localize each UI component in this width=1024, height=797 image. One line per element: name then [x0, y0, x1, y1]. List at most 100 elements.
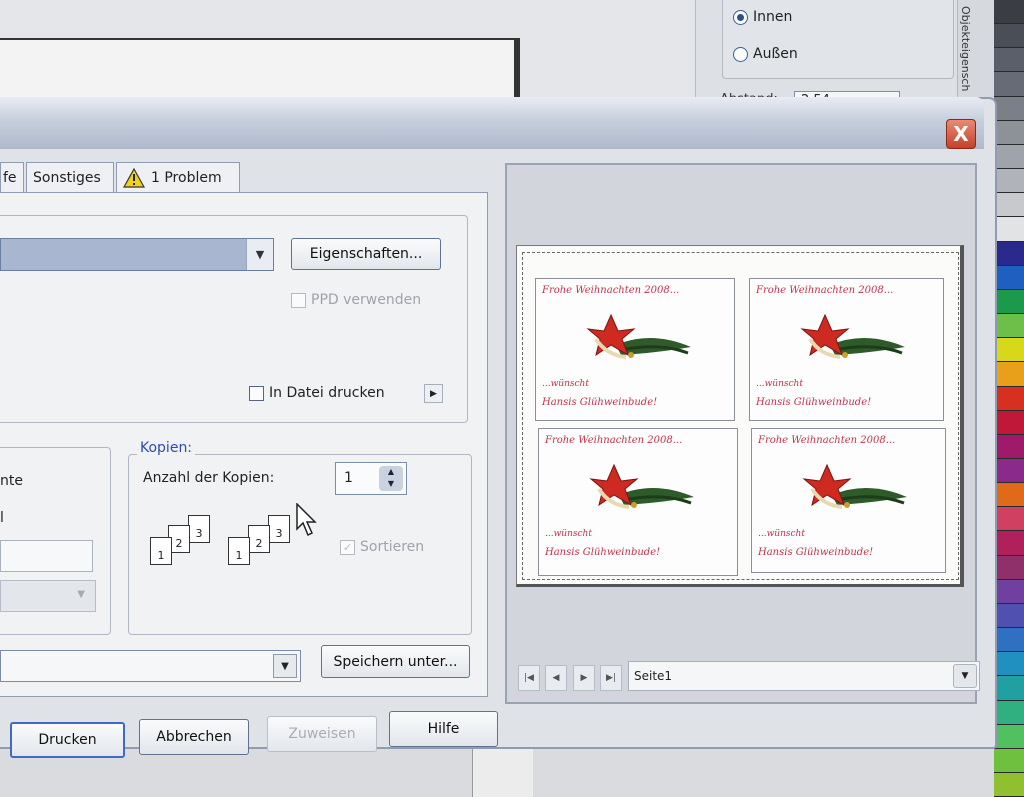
background-bottom-page — [472, 746, 533, 797]
collated-copies-illustration: 3 2 1 — [148, 515, 223, 580]
color-swatch[interactable] — [994, 265, 1024, 290]
chevron-down-icon[interactable]: ▼ — [273, 654, 297, 678]
color-swatch[interactable] — [994, 603, 1024, 629]
color-swatch[interactable] — [994, 700, 1024, 725]
color-swatch[interactable] — [994, 72, 1024, 97]
page-select-value: Seite1 — [634, 669, 673, 683]
radio-innen-button[interactable] — [733, 9, 748, 25]
print-to-file-row[interactable]: In Datei drucken — [249, 385, 385, 401]
radio-aussen[interactable]: Außen — [733, 44, 798, 64]
next-page-button[interactable]: ▶ — [573, 665, 595, 691]
collate-checkbox[interactable]: ✓ — [340, 539, 355, 555]
card-signature: Hansis Glühweinbude! — [758, 547, 874, 558]
color-swatch[interactable] — [994, 410, 1024, 435]
use-ppd-checkbox[interactable] — [291, 292, 306, 308]
card-heading: Frohe Weihnachten 2008... — [545, 435, 683, 446]
range-select[interactable]: ▼ — [0, 580, 96, 612]
radio-aussen-button[interactable] — [733, 46, 748, 62]
radio-innen[interactable]: Innen — [733, 7, 792, 27]
collate-row[interactable]: ✓ Sortieren — [340, 539, 424, 555]
print-button-label: Drucken — [38, 732, 97, 748]
color-swatch[interactable] — [994, 434, 1024, 459]
range-option-2: l — [0, 510, 4, 526]
color-swatch[interactable] — [994, 579, 1024, 604]
dialog-titlebar[interactable] — [0, 97, 984, 149]
save-as-button-label: Speichern unter... — [333, 653, 458, 670]
sheet-icon: 1 — [150, 537, 172, 565]
tab-sonstiges[interactable]: Sonstiges — [26, 162, 114, 192]
color-swatch[interactable] — [994, 773, 1024, 797]
color-swatch[interactable] — [994, 193, 1024, 218]
first-page-icon: |◀ — [524, 673, 534, 683]
sheet-icon: 3 — [268, 515, 290, 543]
card-signature: Hansis Glühweinbude! — [756, 397, 872, 408]
color-swatch[interactable] — [994, 0, 1024, 25]
print-button[interactable]: Drucken — [10, 722, 125, 758]
range-option-1: nte — [0, 473, 23, 489]
print-style-select[interactable]: ▼ — [0, 650, 301, 682]
last-page-button[interactable]: ▶| — [600, 665, 622, 691]
spinner-arrows[interactable]: ▲ ▼ — [379, 466, 403, 491]
color-swatch[interactable] — [994, 241, 1024, 266]
assign-button[interactable]: Zuweisen — [267, 716, 377, 752]
close-button[interactable]: X — [946, 119, 976, 149]
color-swatch[interactable] — [994, 386, 1024, 411]
chevron-down-icon[interactable]: ▼ — [953, 664, 977, 688]
warning-icon — [123, 167, 145, 188]
color-swatch[interactable] — [994, 676, 1024, 701]
save-as-button[interactable]: Speichern unter... — [321, 645, 470, 678]
color-swatch[interactable] — [994, 628, 1024, 653]
tab-problem[interactable]: 1 Problem — [116, 162, 240, 192]
printer-select[interactable]: ▼ — [0, 238, 274, 271]
color-swatch[interactable] — [994, 458, 1024, 484]
chevron-down-icon: ▼ — [77, 589, 85, 600]
color-swatch[interactable] — [994, 314, 1024, 339]
color-swatch[interactable] — [994, 652, 1024, 677]
properties-button[interactable]: Eigenschaften... — [291, 238, 441, 270]
range-input[interactable] — [0, 540, 93, 572]
color-swatch[interactable] — [994, 289, 1024, 315]
print-to-file-checkbox[interactable] — [249, 385, 264, 401]
color-swatch[interactable] — [994, 555, 1024, 580]
card-heading: Frohe Weihnachten 2008... — [542, 285, 680, 296]
radio-aussen-label: Außen — [753, 46, 798, 62]
copies-spinner[interactable]: 1 ▲ ▼ — [335, 462, 407, 495]
color-swatch[interactable] — [994, 362, 1024, 387]
color-swatch[interactable] — [994, 748, 1024, 773]
greeting-card: Frohe Weihnachten 2008... ...wünscht Han… — [751, 428, 946, 573]
color-swatch[interactable] — [994, 48, 1024, 73]
use-ppd-label: PPD verwenden — [311, 292, 422, 308]
greeting-card: Frohe Weihnachten 2008... ...wünscht Han… — [535, 278, 735, 421]
color-swatch[interactable] — [994, 507, 1024, 532]
previous-page-button[interactable]: ◀ — [545, 665, 567, 691]
color-swatch[interactable] — [994, 169, 1024, 194]
card-line2: ...wünscht — [756, 379, 803, 389]
last-page-icon: ▶| — [606, 673, 616, 683]
copies-count-label: Anzahl der Kopien: — [143, 470, 275, 486]
next-page-icon: ▶ — [580, 673, 588, 683]
color-swatch[interactable] — [994, 724, 1024, 749]
page-select[interactable]: Seite1 ▼ — [628, 661, 980, 691]
print-to-file-arrow-button[interactable]: ▶ — [424, 384, 443, 403]
chevron-down-icon[interactable]: ▼ — [246, 239, 273, 270]
color-swatch[interactable] — [994, 24, 1024, 49]
card-line2: ...wünscht — [542, 379, 589, 389]
card-heading: Frohe Weihnachten 2008... — [756, 285, 894, 296]
christmas-decoration-icon — [800, 313, 905, 359]
color-swatch[interactable] — [994, 338, 1024, 363]
color-swatch[interactable] — [994, 120, 1024, 145]
cancel-button[interactable]: Abbrechen — [139, 719, 249, 755]
color-swatch[interactable] — [994, 217, 1024, 242]
color-swatch[interactable] — [994, 483, 1024, 508]
tab-sonstiges-label: Sonstiges — [33, 169, 101, 186]
color-swatch[interactable] — [994, 144, 1024, 170]
help-button[interactable]: Hilfe — [389, 711, 498, 747]
copies-count-value: 1 — [344, 470, 353, 486]
color-swatch[interactable] — [994, 531, 1024, 556]
color-swatch[interactable] — [994, 96, 1024, 121]
use-ppd-checkbox-row[interactable]: PPD verwenden — [291, 292, 421, 308]
color-palette[interactable] — [994, 0, 1024, 797]
first-page-button[interactable]: |◀ — [518, 665, 540, 691]
print-to-file-label: In Datei drucken — [269, 385, 385, 401]
tab-fe[interactable]: fe — [0, 162, 24, 192]
